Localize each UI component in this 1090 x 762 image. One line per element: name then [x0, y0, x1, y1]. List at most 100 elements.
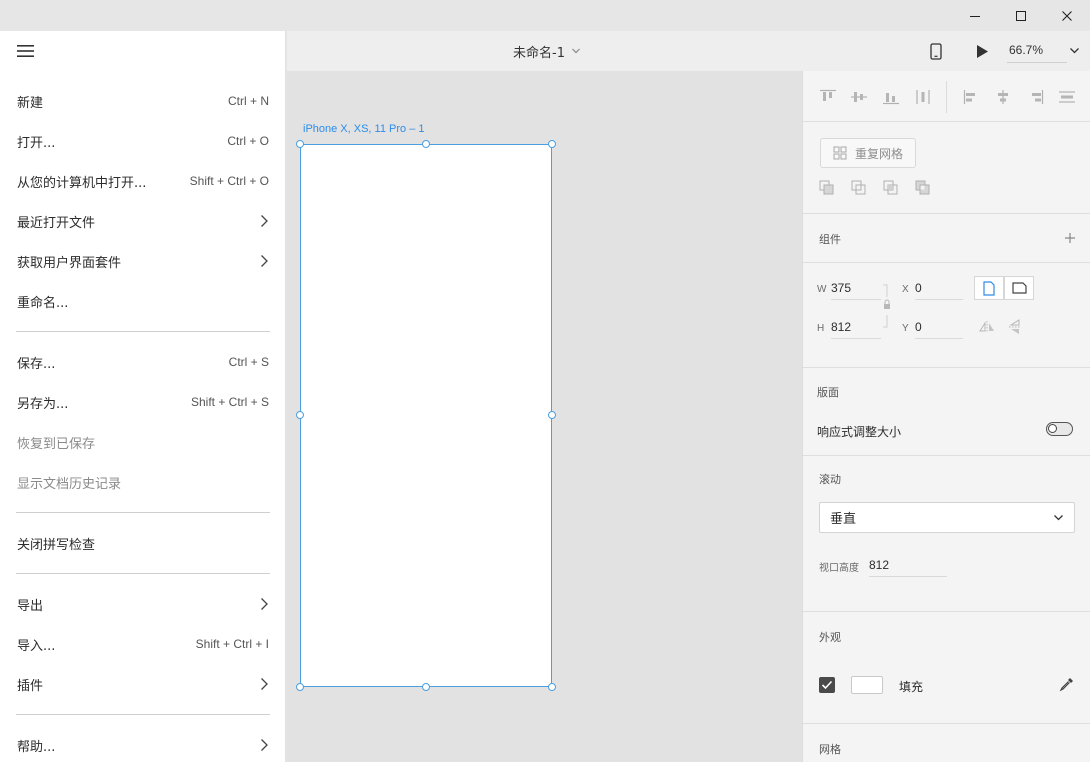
resize-handle-top-right[interactable]	[548, 140, 556, 148]
resize-handle-bottom[interactable]	[422, 683, 430, 691]
menu-item-label: 保存...	[17, 356, 56, 372]
boolean-intersect-icon[interactable]	[883, 180, 899, 196]
artboard[interactable]	[300, 144, 552, 687]
panel-divider	[803, 455, 1090, 456]
portrait-icon	[983, 280, 995, 296]
menu-item-export[interactable]: 导出	[0, 584, 286, 624]
menu-item-save-as[interactable]: 另存为... Shift + Ctrl + S	[0, 382, 286, 422]
chevron-down-icon[interactable]	[1069, 46, 1080, 55]
maximize-button[interactable]	[998, 0, 1044, 31]
resize-handle-bottom-right[interactable]	[548, 683, 556, 691]
minimize-button[interactable]	[952, 0, 998, 31]
menu-item-label: 另存为...	[17, 396, 69, 412]
menu-item-help[interactable]: 帮助...	[0, 725, 286, 762]
x-field[interactable]: 0	[915, 280, 963, 300]
menu-item-new[interactable]: 新建 Ctrl + N	[0, 81, 286, 121]
y-field[interactable]: 0	[915, 319, 963, 339]
artboard-label[interactable]: iPhone X, XS, 11 Pro – 1	[303, 123, 424, 135]
y-value: 0	[915, 320, 922, 334]
fill-checkbox[interactable]	[819, 677, 835, 693]
menu-item-label: 显示文档历史记录	[17, 476, 122, 492]
resize-handle-top-left[interactable]	[296, 140, 304, 148]
viewport-height-label: 视口高度	[819, 563, 859, 574]
title-bar	[0, 0, 1090, 31]
resize-handle-right[interactable]	[548, 411, 556, 419]
close-icon	[1062, 10, 1072, 21]
menu-divider	[16, 714, 270, 715]
responsive-resize-label: 响应式调整大小	[817, 425, 902, 439]
device-preview-icon[interactable]	[930, 43, 942, 60]
lock-aspect-icon[interactable]	[881, 283, 893, 329]
menu-item-open-from-computer[interactable]: 从您的计算机中打开... Shift + Ctrl + O	[0, 161, 286, 201]
width-field[interactable]: 375	[831, 280, 881, 300]
file-menu: 新建 Ctrl + N 打开... Ctrl + O 从您的计算机中打开... …	[0, 31, 286, 762]
menu-item-label: 最近打开文件	[17, 215, 96, 231]
align-middle-icon[interactable]	[850, 89, 868, 105]
menu-item-plugins[interactable]: 插件	[0, 664, 286, 704]
flip-horizontal-icon[interactable]	[979, 321, 995, 333]
distribute-horizontal-icon[interactable]	[1058, 89, 1076, 105]
menu-item-label: 关闭拼写检查	[17, 537, 96, 553]
play-icon[interactable]	[975, 44, 989, 59]
repeat-grid-label: 重复网格	[855, 146, 904, 161]
repeat-grid-button[interactable]: 重复网格	[820, 138, 916, 168]
y-label: Y	[902, 323, 909, 334]
distribute-vertical-icon[interactable]	[914, 89, 932, 105]
menu-item-rename[interactable]: 重命名...	[0, 281, 286, 321]
height-field[interactable]: 812	[831, 319, 881, 339]
menu-item-import[interactable]: 导入... Shift + Ctrl + I	[0, 624, 286, 664]
menu-item-label: 打开...	[17, 135, 56, 151]
scroll-direction-value: 垂直	[830, 512, 857, 527]
align-right-icon[interactable]	[1026, 89, 1044, 105]
menu-item-disable-spellcheck[interactable]: 关闭拼写检查	[0, 523, 286, 563]
align-center-icon[interactable]	[994, 89, 1012, 105]
panel-divider	[803, 723, 1090, 724]
app-window: 新建 Ctrl + N 打开... Ctrl + O 从您的计算机中打开... …	[0, 0, 1090, 762]
align-left-icon[interactable]	[963, 89, 981, 105]
align-divider	[946, 81, 947, 113]
menu-item-get-ui-kits[interactable]: 获取用户界面套件	[0, 241, 286, 281]
grid-section-label: 网格	[819, 743, 841, 756]
resize-handle-bottom-left[interactable]	[296, 683, 304, 691]
menu-item-save[interactable]: 保存... Ctrl + S	[0, 342, 286, 382]
zoom-underline	[1007, 62, 1067, 63]
fill-label: 填充	[899, 680, 924, 694]
document-title: 未命名-1	[513, 45, 565, 61]
flip-vertical-icon[interactable]	[1009, 319, 1021, 335]
document-title-dropdown[interactable]: 未命名-1	[513, 31, 581, 71]
align-bottom-icon[interactable]	[882, 89, 900, 105]
close-button[interactable]	[1044, 0, 1090, 31]
align-top-icon[interactable]	[819, 89, 837, 105]
components-section-label: 组件	[819, 233, 841, 246]
responsive-resize-toggle[interactable]	[1046, 422, 1073, 436]
portrait-button[interactable]	[974, 276, 1004, 300]
chevron-right-icon	[261, 739, 268, 751]
chevron-down-icon	[572, 48, 580, 54]
landscape-button[interactable]	[1004, 276, 1034, 300]
fill-color-swatch[interactable]	[851, 676, 883, 694]
resize-handle-top[interactable]	[422, 140, 430, 148]
viewport-height-field[interactable]: 812	[869, 557, 947, 577]
zoom-level[interactable]: 66.7%	[1009, 43, 1043, 57]
boolean-exclude-icon[interactable]	[915, 180, 931, 196]
boolean-subtract-icon[interactable]	[851, 180, 867, 196]
menu-divider	[16, 331, 270, 332]
boolean-add-icon[interactable]	[819, 180, 835, 196]
menu-item-open[interactable]: 打开... Ctrl + O	[0, 121, 286, 161]
menu-item-label: 导出	[17, 598, 44, 614]
menu-item-shortcut: Shift + Ctrl + I	[195, 637, 269, 651]
scroll-direction-select[interactable]: 垂直	[819, 502, 1075, 533]
toggle-knob	[1048, 424, 1057, 433]
menu-item-open-recent[interactable]: 最近打开文件	[0, 201, 286, 241]
property-inspector: 重复网格 组件 W 375 H 812 X 0 Y 0 版面 响应式调整大小 滚…	[802, 71, 1090, 762]
scroll-section-label: 滚动	[819, 473, 841, 486]
design-canvas[interactable]: iPhone X, XS, 11 Pro – 1	[287, 71, 802, 762]
document-toolbar: 未命名-1 66.7%	[287, 31, 1090, 71]
hamburger-menu-icon[interactable]	[16, 42, 36, 60]
menu-item-shortcut: Shift + Ctrl + O	[189, 174, 269, 188]
menu-item-shortcut: Shift + Ctrl + S	[190, 395, 269, 409]
add-component-icon[interactable]	[1064, 232, 1076, 244]
eyedropper-icon[interactable]	[1059, 676, 1075, 692]
resize-handle-left[interactable]	[296, 411, 304, 419]
width-value: 375	[831, 281, 852, 295]
